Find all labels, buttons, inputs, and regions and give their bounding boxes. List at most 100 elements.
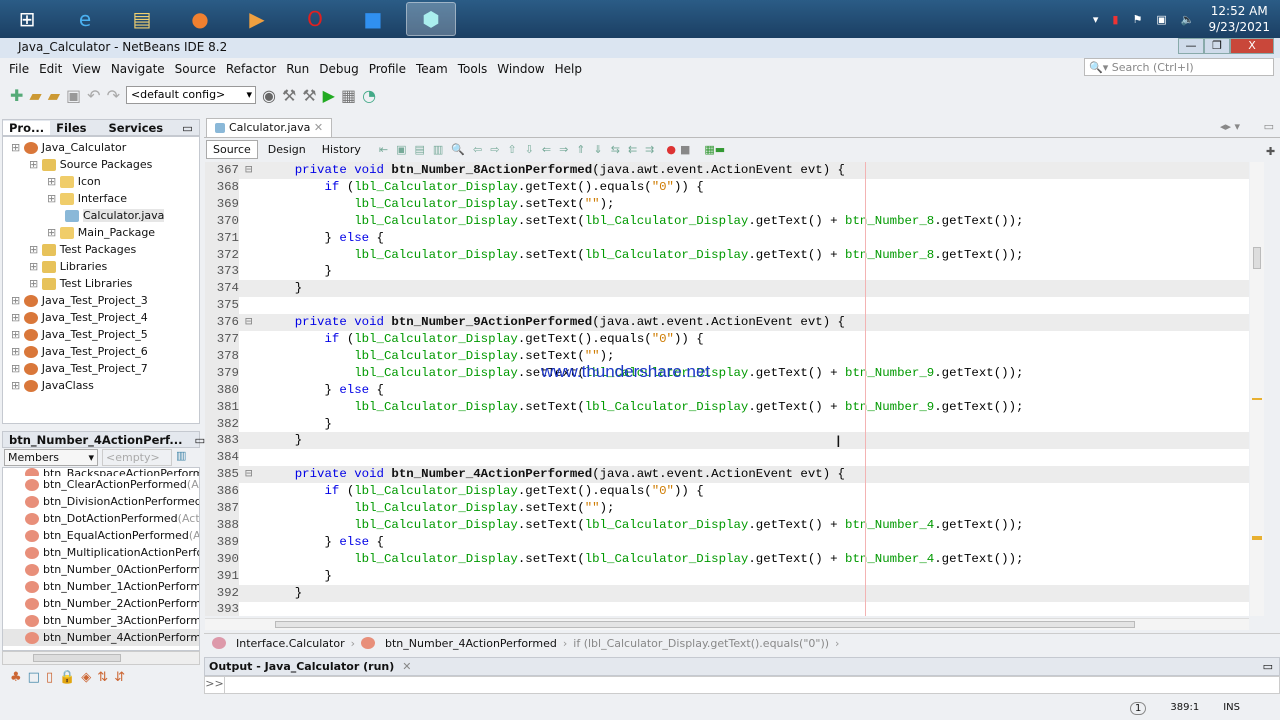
tree-item[interactable]: ⊞ Test Packages (3, 241, 199, 258)
tree-item[interactable]: ⊞ Main_Package (3, 224, 199, 241)
tray-expand-icon[interactable]: ▾ (1093, 13, 1099, 26)
menu-team[interactable]: Team (411, 62, 453, 76)
menu-run[interactable]: Run (281, 62, 314, 76)
expand-icon[interactable]: ⊞ (29, 277, 42, 290)
open-project-icon[interactable]: ▰ (48, 86, 60, 105)
member-item[interactable]: btn_DotActionPerformed(Actio (3, 510, 199, 527)
clean-build-icon[interactable]: ⚒ (302, 86, 316, 105)
zoom-icon[interactable]: ■ (348, 2, 398, 36)
restore-button[interactable]: ❐ (1204, 38, 1230, 54)
close-button[interactable]: X (1230, 38, 1274, 54)
redo-icon[interactable]: ↷ (107, 86, 120, 105)
minimize-panel-button[interactable]: ▭ (176, 121, 199, 135)
expand-icon[interactable]: ⊞ (29, 243, 42, 256)
menu-help[interactable]: Help (550, 62, 587, 76)
menu-navigate[interactable]: Navigate (106, 62, 170, 76)
expand-icon[interactable]: ⊞ (47, 192, 60, 205)
record-macro-icon[interactable]: ● (666, 143, 676, 156)
run-icon[interactable]: ▶ (323, 86, 335, 105)
tree-item[interactable]: ⊞ Icon (3, 173, 199, 190)
network-icon[interactable]: ▮ (1112, 13, 1118, 26)
tab-design[interactable]: Design (262, 141, 312, 158)
tree-item[interactable]: ⊞ JavaClass (3, 377, 199, 394)
firefox-icon[interactable]: ● (175, 2, 225, 36)
tree-item[interactable]: ⊞ Interface (3, 190, 199, 207)
private-icon[interactable]: 🔒 (59, 670, 75, 685)
member-item[interactable]: btn_Number_4ActionPerformec (3, 629, 199, 646)
tab-calculator-java[interactable]: Calculator.java ✕ (206, 118, 333, 137)
breadcrumb-statement[interactable]: if (lbl_Calculator_Display.getText().equ… (573, 637, 829, 650)
clock[interactable]: 12:52 AM 9/23/2021 (1208, 3, 1270, 35)
member-item[interactable]: btn_Number_0ActionPerformec (3, 561, 199, 578)
maximize-icon[interactable]: ▭ (1264, 120, 1274, 133)
empty-filter-select[interactable]: <empty> (102, 449, 172, 466)
tree-item[interactable]: ⊞ Java_Calculator (3, 139, 199, 156)
expand-icon[interactable]: ⊞ (11, 311, 24, 324)
member-item[interactable]: btn_Number_3ActionPerformec (3, 612, 199, 629)
editor-horizontal-scrollbar[interactable] (205, 618, 1249, 630)
close-tab-icon[interactable]: ✕ (402, 660, 411, 673)
menu-debug[interactable]: Debug (314, 62, 363, 76)
profile-icon[interactable]: ◔ (362, 86, 376, 105)
new-project-icon[interactable]: ▰ (29, 86, 41, 105)
code-editor[interactable]: 367 ⊟ private void btn_Number_8ActionPerf… (205, 162, 1249, 616)
members-filter-select[interactable]: Members ▾ (4, 449, 98, 466)
menu-profile[interactable]: Profile (364, 62, 411, 76)
output-tab[interactable]: Output - Java_Calculator (run) (209, 660, 394, 673)
explorer-icon[interactable]: ▤ (117, 2, 167, 36)
tab-files[interactable]: Files (50, 121, 92, 135)
tree-item[interactable]: ⊞ Libraries (3, 258, 199, 275)
new-file-icon[interactable]: ✚ (10, 86, 23, 105)
expand-icon[interactable]: ⊞ (29, 260, 42, 273)
member-item[interactable]: btn_DivisionActionPerformed(A (3, 493, 199, 510)
minimize-button[interactable]: — (1178, 38, 1204, 54)
local-icon[interactable]: ◈ (81, 670, 91, 685)
power-icon[interactable]: ▣ (1156, 13, 1166, 26)
expand-icon[interactable]: ⊞ (47, 175, 60, 188)
fold-icon[interactable]: ⊟ (245, 162, 252, 179)
close-tab-icon[interactable]: ✕ (314, 121, 323, 134)
config-select[interactable]: <default config> ▾ (125, 86, 256, 104)
menu-refactor[interactable]: Refactor (221, 62, 281, 76)
expand-icon[interactable]: ⊞ (11, 294, 24, 307)
fold-icon[interactable]: ⊟ (245, 314, 252, 331)
tree-item[interactable]: ⊞ Test Libraries (3, 275, 199, 292)
expand-icon[interactable]: ⊞ (11, 345, 24, 358)
menu-window[interactable]: Window (492, 62, 549, 76)
inherited-icon[interactable]: ♣ (10, 670, 22, 685)
editor-vertical-scrollbar[interactable] (1250, 162, 1264, 616)
member-item[interactable]: btn_EqualActionPerformed(Act (3, 527, 199, 544)
tree-item[interactable]: ⊞ Source Packages (3, 156, 199, 173)
expand-icon[interactable]: ⊞ (29, 158, 42, 171)
notifications-badge[interactable]: 1 (1130, 702, 1147, 715)
expand-icon[interactable]: ⊞ (11, 379, 24, 392)
build-icon[interactable]: ⚒ (282, 86, 296, 105)
expand-icon[interactable]: ⊞ (47, 226, 60, 239)
member-item[interactable]: btn_ClearActionPerformed(Acti (3, 476, 199, 493)
tree-item[interactable]: ⊞ Java_Test_Project_5 (3, 326, 199, 343)
tab-history[interactable]: History (316, 141, 367, 158)
stop-macro-icon[interactable]: ■ (680, 143, 690, 156)
tree-item[interactable]: ⊞ Java_Test_Project_4 (3, 309, 199, 326)
menu-file[interactable]: File (4, 62, 34, 76)
expand-icon[interactable]: ⊞ (11, 362, 24, 375)
menu-tools[interactable]: Tools (453, 62, 493, 76)
tree-item[interactable]: ⊞ Java_Test_Project_7 (3, 360, 199, 377)
save-all-icon[interactable]: ▣ (66, 86, 81, 105)
opera-icon[interactable]: O (290, 2, 340, 36)
static-icon[interactable]: ▯ (46, 670, 53, 685)
sort-name-icon[interactable]: ⇅ (97, 670, 108, 685)
output-expand-button[interactable]: >> (205, 677, 225, 693)
editor-tool-icons[interactable]: ⇤▣▤▥🔍⇦⇨⇧⇩⇐⇒⇑⇓⇆⇇⇉ (379, 143, 662, 156)
tab-source[interactable]: Source (206, 140, 258, 159)
output-area[interactable]: >> (204, 676, 1280, 694)
menu-edit[interactable]: Edit (34, 62, 67, 76)
member-item[interactable]: btn_BackspaceActionPerformed(Acti (3, 468, 199, 476)
expand-icon[interactable]: ✚ (1266, 145, 1275, 158)
expand-icon[interactable]: ⊞ (11, 141, 24, 154)
netbeans-icon[interactable]: ⬢ (406, 2, 456, 36)
layout-icon[interactable]: ▥ (176, 449, 186, 466)
menu-view[interactable]: View (67, 62, 105, 76)
fields-icon[interactable]: □ (28, 670, 40, 685)
comment-icon[interactable]: ▦▬ (704, 143, 725, 156)
